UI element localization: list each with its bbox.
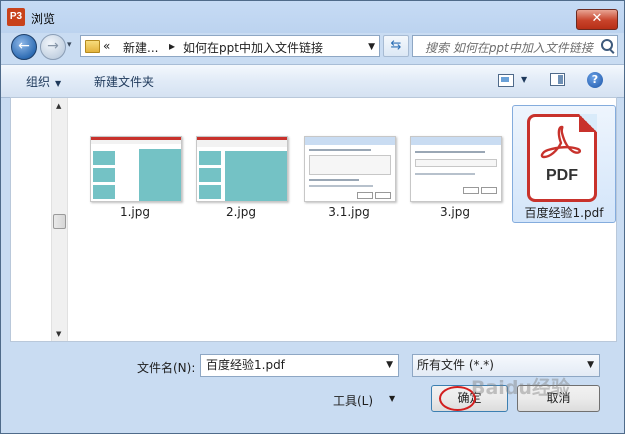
new-folder-button[interactable]: 新建文件夹 <box>94 73 154 90</box>
forward-button[interactable]: → <box>40 34 66 60</box>
file-item[interactable]: 2.jpg <box>181 106 291 221</box>
file-name: 百度经验1.pdf <box>524 206 604 220</box>
file-name: 3.jpg <box>439 205 471 219</box>
close-button[interactable]: ✕ <box>576 9 618 30</box>
navigation-bar: ← → ▾ « 新建... ▸ 如何在ppt中加入文件链接 ▼ ⇆ 搜索 如何在… <box>1 31 624 63</box>
help-icon[interactable]: ? <box>587 72 603 88</box>
pdf-file-icon: PDF <box>527 114 597 202</box>
search-box[interactable]: 搜索 如何在ppt中加入文件链接 <box>412 35 618 57</box>
browse-dialog: P3 浏览 ✕ ← → ▾ « 新建... ▸ 如何在ppt中加入文件链接 ▼ … <box>0 0 625 434</box>
scroll-up-icon[interactable]: ▲ <box>56 102 61 110</box>
refresh-button[interactable]: ⇆ <box>383 35 409 57</box>
file-item[interactable]: 3.1.jpg <box>289 106 399 221</box>
file-item[interactable]: 1.jpg <box>75 106 185 221</box>
address-bar[interactable]: « 新建... ▸ 如何在ppt中加入文件链接 ▼ <box>80 35 380 57</box>
image-thumbnail <box>410 136 502 202</box>
file-list-pane: ▲ ▼ 1.jpg 2.jpg 3.1.jpg 3.jpg PDF 百度经验1.… <box>10 97 617 342</box>
filename-input[interactable]: 百度经验1.pdf ▼ <box>200 354 399 377</box>
organize-menu[interactable]: 组织 ▼ <box>26 73 61 90</box>
search-input[interactable]: 搜索 如何在ppt中加入文件链接 <box>425 39 593 56</box>
file-item-selected[interactable]: PDF 百度经验1.pdf <box>512 105 616 223</box>
view-options-chevron-icon[interactable]: ▼ <box>521 75 527 84</box>
address-dropdown-icon[interactable]: ▼ <box>368 42 375 52</box>
image-thumbnail <box>196 136 288 202</box>
breadcrumb-item-new[interactable]: 新建... <box>123 39 158 56</box>
acrobat-logo-icon <box>540 125 582 159</box>
window-title: 浏览 <box>31 12 56 26</box>
back-button[interactable]: ← <box>11 34 37 60</box>
search-icon[interactable] <box>601 39 613 51</box>
baidu-watermark: Baidu经验 <box>471 377 570 399</box>
breadcrumb-separator-icon[interactable]: ▸ <box>169 39 175 53</box>
scrollbar-thumb[interactable] <box>53 214 66 229</box>
image-thumbnail <box>304 136 396 202</box>
pdf-label: PDF <box>546 167 578 184</box>
recent-locations-dropdown[interactable]: ▾ <box>67 40 72 50</box>
tools-chevron-icon[interactable]: ▼ <box>389 394 395 403</box>
tools-menu[interactable]: 工具(L) <box>333 392 373 409</box>
navigation-pane <box>11 98 52 341</box>
filetype-value: 所有文件 (*.*) <box>417 358 494 372</box>
command-toolbar: 组织 ▼ 新建文件夹 ▼ ? <box>1 64 624 98</box>
folder-icon <box>85 40 100 53</box>
vertical-scrollbar[interactable]: ▲ ▼ <box>51 98 68 341</box>
organize-label: 组织 <box>26 75 51 89</box>
filename-label: 文件名(N): <box>137 361 196 375</box>
scroll-down-icon[interactable]: ▼ <box>56 330 61 338</box>
breadcrumb-item-current[interactable]: 如何在ppt中加入文件链接 <box>183 39 323 56</box>
file-name: 1.jpg <box>119 205 151 219</box>
image-thumbnail <box>90 136 182 202</box>
filetype-dropdown-icon[interactable]: ▼ <box>587 355 594 376</box>
file-item[interactable]: 3.jpg <box>395 106 505 221</box>
chevron-down-icon: ▼ <box>55 79 62 88</box>
preview-pane-icon[interactable] <box>550 73 565 86</box>
filename-value: 百度经验1.pdf <box>206 358 285 372</box>
powerpoint-app-icon: P3 <box>7 8 25 26</box>
title-bar: P3 浏览 ✕ <box>1 1 624 33</box>
filename-dropdown-icon[interactable]: ▼ <box>386 355 393 376</box>
breadcrumb-overflow[interactable]: « <box>103 39 110 53</box>
file-name: 2.jpg <box>225 205 257 219</box>
file-name: 3.1.jpg <box>328 205 370 219</box>
change-view-icon[interactable] <box>498 74 514 87</box>
